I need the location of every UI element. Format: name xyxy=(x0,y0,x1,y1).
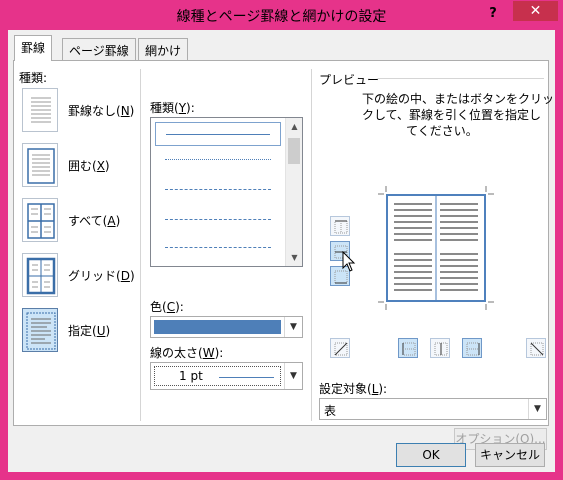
line-style-scrollbar[interactable]: ▲ ▼ xyxy=(285,118,302,266)
preview-diagram[interactable] xyxy=(386,194,486,302)
tab-shading[interactable]: 網かけ xyxy=(138,38,189,60)
title-bar[interactable]: 線種とページ罫線と網かけの設定 ? ✕ xyxy=(0,0,563,30)
dialog-title: 線種とページ罫線と網かけの設定 xyxy=(176,9,387,25)
preview-instructions: 下の絵の中、またはボタンをクリッ クして、罫線を引く位置を指定し てください。 xyxy=(362,92,555,138)
diagonal-up-icon xyxy=(530,342,544,356)
preview-group-line xyxy=(378,78,544,79)
line-style-list[interactable]: ▲ ▼ xyxy=(150,117,303,267)
diagonal-down-icon xyxy=(334,342,348,356)
setting-box-label: 囲む(X) xyxy=(68,159,110,173)
all-borders-icon xyxy=(22,198,58,242)
no-border-icon xyxy=(22,88,58,132)
color-label: 色(C): xyxy=(150,300,184,314)
column-divider-2 xyxy=(311,69,312,421)
top-border-button[interactable] xyxy=(330,216,350,236)
top-border-icon xyxy=(334,220,348,234)
line-width-dropdown[interactable]: 1 pt ▼ xyxy=(150,362,303,390)
dialog-window: 線種とページ罫線と網かけの設定 ? ✕ 罫線 ページ罫線 網かけ 種類: 罫線な… xyxy=(0,0,563,480)
scroll-thumb[interactable] xyxy=(288,138,300,164)
setting-label: 種類: xyxy=(19,71,48,85)
setting-none-label: 罫線なし(N) xyxy=(68,104,135,118)
scroll-down-icon[interactable]: ▼ xyxy=(286,249,302,266)
preview-label: プレビュー xyxy=(319,73,380,87)
mouse-cursor-icon xyxy=(342,250,356,273)
line-style-dashed-small[interactable] xyxy=(155,178,281,202)
apply-to-dropdown[interactable]: 表 ▼ xyxy=(319,398,547,420)
line-style-dash-dot[interactable] xyxy=(155,236,281,260)
setting-grid[interactable]: グリッド(D) xyxy=(22,253,142,297)
diagonal-down-button[interactable] xyxy=(330,338,350,358)
setting-custom-label: 指定(U) xyxy=(68,324,111,338)
close-button[interactable]: ✕ xyxy=(513,1,558,21)
apply-to-value: 表 xyxy=(324,404,337,418)
grid-border-icon xyxy=(22,253,58,297)
left-border-button[interactable] xyxy=(398,338,418,358)
setting-grid-label: グリッド(D) xyxy=(68,269,135,283)
style-label: 種類(Y): xyxy=(150,101,195,115)
column-divider-1 xyxy=(140,69,141,421)
custom-border-icon xyxy=(22,308,58,352)
line-width-selected: 1 pt xyxy=(154,366,281,386)
box-border-icon xyxy=(22,143,58,187)
setting-all-label: すべて(A) xyxy=(68,214,121,228)
setting-custom[interactable]: 指定(U) xyxy=(22,308,142,352)
setting-box[interactable]: 囲む(X) xyxy=(22,143,142,187)
setting-all[interactable]: すべて(A) xyxy=(22,198,142,242)
inside-vertical-border-icon xyxy=(434,342,448,356)
color-swatch xyxy=(154,320,281,334)
color-dropdown[interactable]: ▼ xyxy=(150,316,303,338)
tab-page-border[interactable]: ページ罫線 xyxy=(62,38,136,60)
chevron-down-icon[interactable]: ▼ xyxy=(528,399,546,419)
line-style-dotted[interactable] xyxy=(155,148,281,172)
close-icon: ✕ xyxy=(529,3,542,19)
right-border-button[interactable] xyxy=(462,338,482,358)
dialog-body: 罫線 ページ罫線 網かけ 種類: 罫線なし(N) 囲む(X) すべて(A) グリ… xyxy=(8,30,555,472)
apply-to-label: 設定対象(L): xyxy=(319,382,388,396)
line-width-value: 1 pt xyxy=(179,369,203,383)
scroll-up-icon[interactable]: ▲ xyxy=(286,118,302,135)
width-label: 線の太さ(W): xyxy=(150,346,224,360)
line-style-solid[interactable] xyxy=(155,122,281,146)
tab-panel: 種類: 罫線なし(N) 囲む(X) すべて(A) グリッド(D) 指定(U) 種… xyxy=(13,60,555,450)
right-border-icon xyxy=(466,342,480,356)
chevron-down-icon[interactable]: ▼ xyxy=(284,363,302,389)
diagonal-up-button[interactable] xyxy=(526,338,546,358)
left-border-icon xyxy=(402,342,416,356)
tab-borders[interactable]: 罫線 xyxy=(14,35,53,61)
help-button[interactable]: ? xyxy=(483,4,503,24)
line-style-dashed[interactable] xyxy=(155,208,281,232)
cancel-button[interactable]: キャンセル xyxy=(475,443,545,467)
setting-none[interactable]: 罫線なし(N) xyxy=(22,88,142,132)
chevron-down-icon[interactable]: ▼ xyxy=(284,317,302,337)
ok-button[interactable]: OK xyxy=(396,443,466,467)
inside-vertical-border-button[interactable] xyxy=(430,338,450,358)
